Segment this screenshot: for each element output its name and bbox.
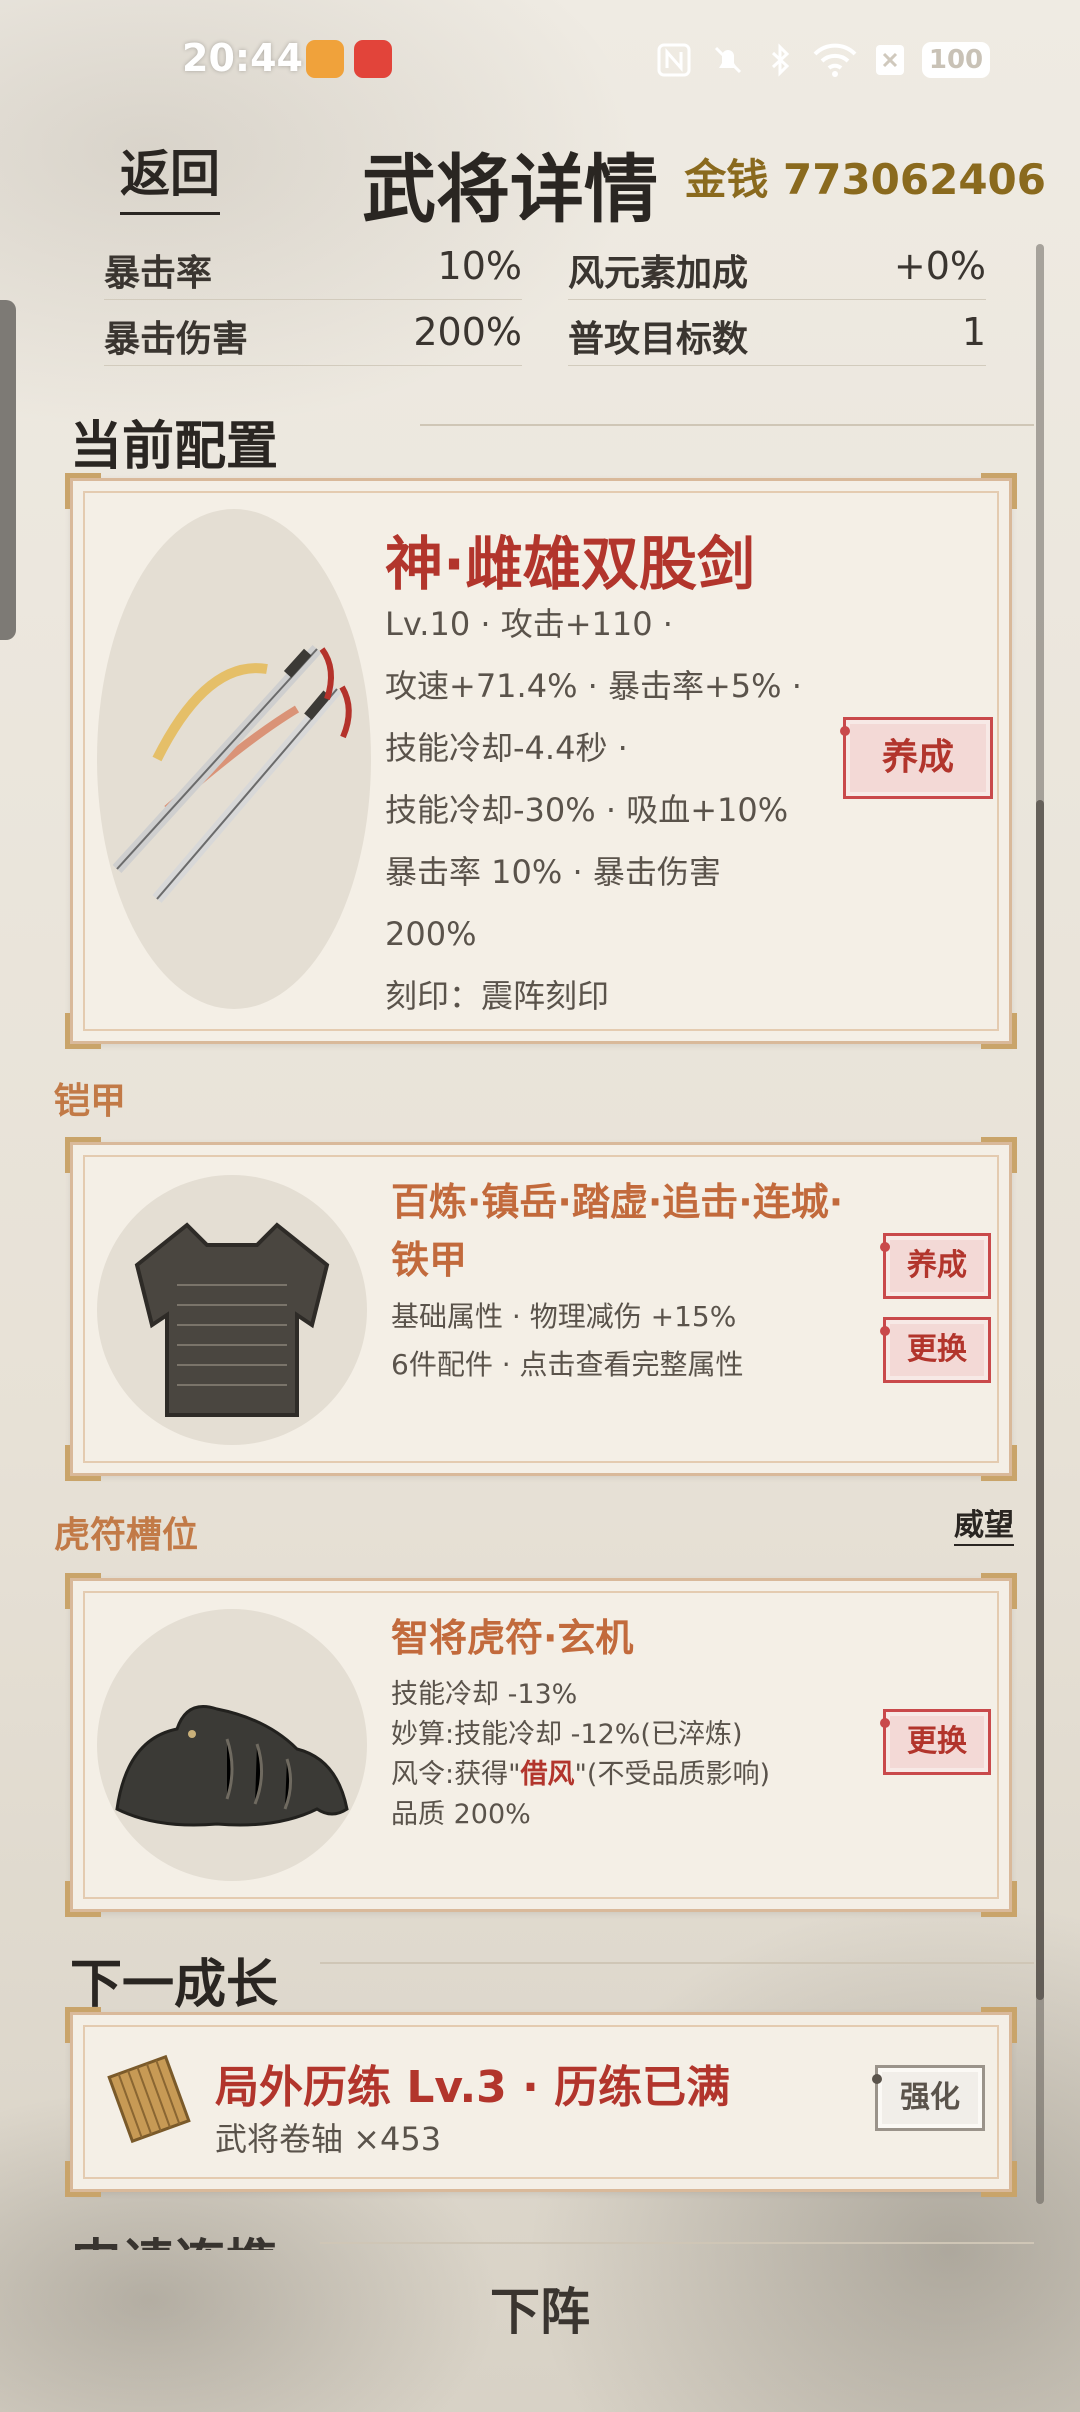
tally-attr-line: 风令:获得"借风"(不受品质影响) (391, 1755, 891, 1795)
weapon-card[interactable]: 神·雌雄双股剑 Lv.10 · 攻击+110 · 攻速+71.4% · 暴击率+… (65, 473, 1017, 1049)
battery-indicator: 100 (922, 42, 990, 78)
card-corner-ornament (65, 1013, 101, 1049)
weapon-image (97, 509, 371, 1009)
card-corner-ornament (981, 473, 1017, 509)
status-bar: 20:44 100 (0, 0, 1080, 120)
card-corner-ornament (981, 1013, 1017, 1049)
armor-icon (134, 1222, 330, 1417)
stat-row: 风元素加成 +0% (568, 236, 986, 300)
card-corner-ornament (65, 2007, 101, 2043)
tally-card[interactable]: 智将虎符·玄机 技能冷却 -13% 妙算:技能冷却 -12%(已淬炼) 风令:获… (65, 1573, 1017, 1917)
money-display: 金钱 773062406 (684, 146, 1046, 207)
bluetooth-icon (762, 42, 798, 78)
armor-card[interactable]: 百炼·镇岳·踏虚·追击·连城· 铁甲 基础属性 · 物理减伤 +15% 6件配件… (65, 1137, 1017, 1481)
stat-value: +0% (893, 244, 986, 288)
section-title-tally-slot: 虎符槽位 (54, 1515, 199, 1556)
nfc-icon (656, 42, 692, 78)
card-corner-ornament (65, 2161, 101, 2197)
tally-name: 智将虎符·玄机 (391, 1616, 634, 1660)
section-title-current-config: 当前配置 (70, 417, 279, 477)
card-corner-ornament (65, 1881, 101, 1917)
scrollbar-thumb[interactable] (1036, 800, 1044, 2000)
prestige-link[interactable]: 威望 (954, 1500, 1014, 1546)
weapon-attr-line: 200% (385, 915, 477, 953)
section-title-armor: 铠甲 (54, 1081, 127, 1122)
card-corner-ornament (981, 2007, 1017, 2043)
tally-attr-line: 品质 200% (391, 1799, 531, 1830)
card-corner-ornament (981, 1137, 1017, 1173)
tiger-tally-icon (115, 1705, 349, 1827)
armor-name-line: 铁甲 (391, 1238, 468, 1282)
stat-value: 200% (413, 310, 522, 354)
armor-image (97, 1175, 367, 1445)
armor-name-line: 百炼·镇岳·踏虚·追击·连城· (391, 1180, 844, 1224)
tally-skill-highlight: 借风 (520, 1759, 575, 1790)
armor-name: 百炼·镇岳·踏虚·追击·连城· 铁甲 (391, 1173, 851, 1289)
tally-attr-line: 技能冷却 -13% (391, 1679, 578, 1710)
weapon-attr-line: 技能冷却-30% · 吸血+10% (385, 791, 789, 829)
wifi-icon (812, 42, 858, 78)
card-corner-ornament (65, 1137, 101, 1173)
card-corner-ornament (981, 1445, 1017, 1481)
stat-value: 1 (961, 310, 986, 354)
weapon-engraving: 刻印：震阵刻印 (385, 977, 610, 1015)
card-corner-ornament (65, 1445, 101, 1481)
scroll-item-icon (101, 2051, 197, 2147)
section-title-partial: 申请连携 (70, 2222, 278, 2250)
money-value: 773062406 (782, 155, 1046, 204)
armor-attr-line: 基础属性 · 物理减伤 +15% (391, 1300, 737, 1333)
growth-cost: 武将卷轴 ×453 (215, 2120, 442, 2158)
stat-label: 暴击伤害 (104, 319, 249, 360)
status-time: 20:44 (182, 36, 303, 80)
mute-icon (710, 42, 746, 78)
unassign-button[interactable]: 下阵 (0, 2272, 1080, 2344)
card-corner-ornament (981, 1881, 1017, 1917)
weapon-attr-line: 技能冷却-4.4秒 · (385, 729, 628, 767)
stat-row: 暴击率 10% (104, 236, 522, 300)
armor-cultivate-button[interactable]: 养成 (880, 1233, 991, 1299)
tally-attributes: 技能冷却 -13% 妙算:技能冷却 -12%(已淬炼) 风令:获得"借风"(不受… (391, 1675, 891, 1835)
stat-value: 10% (437, 244, 522, 288)
weapon-name: 神·雌雄双股剑 (385, 530, 756, 598)
section-divider (320, 1962, 1034, 1964)
tally-image (97, 1609, 367, 1881)
weapon-attributes: Lv.10 · 攻击+110 · 攻速+71.4% · 暴击率+5% · 技能冷… (385, 593, 825, 1027)
stat-row: 暴击伤害 200% (104, 302, 522, 366)
growth-name: 局外历练 Lv.3 · 历练已满 (215, 2062, 731, 2113)
section-divider (420, 424, 1034, 426)
game-notification-icon (354, 40, 392, 78)
app-notification-icon (306, 40, 344, 78)
armor-attributes: 基础属性 · 物理减伤 +15% 6件配件 · 点击查看完整属性 (391, 1293, 851, 1389)
section-title-next-growth: 下一成长 (70, 1955, 279, 2015)
card-corner-ornament (981, 2161, 1017, 2197)
tally-attr-text: "(不受品质影响) (574, 1759, 771, 1790)
stat-label: 暴击率 (104, 253, 213, 294)
weapon-attr-line: 攻速+71.4% · 暴击率+5% · (385, 667, 802, 705)
tally-attr-text: 风令:获得" (391, 1759, 521, 1790)
stat-row: 普攻目标数 1 (568, 302, 986, 366)
armor-parts-link[interactable]: 6件配件 · 点击查看完整属性 (391, 1341, 851, 1389)
armor-replace-button[interactable]: 更换 (880, 1317, 991, 1383)
card-corner-ornament (65, 1573, 101, 1609)
twin-swords-icon (112, 644, 352, 903)
growth-card[interactable]: 局外历练 Lv.3 · 历练已满 武将卷轴 ×453 强化 (65, 2007, 1017, 2197)
weapon-attr-line: Lv.10 · 攻击+110 · (385, 605, 673, 643)
weapon-attr-line: 暴击率 10% · 暴击伤害 (385, 853, 721, 891)
card-corner-ornament (65, 473, 101, 509)
tally-attr-line: 妙算:技能冷却 -12%(已淬炼) (391, 1719, 743, 1750)
card-corner-ornament (981, 1573, 1017, 1609)
stat-label: 普攻目标数 (568, 319, 749, 360)
section-divider (320, 2242, 1034, 2244)
tally-replace-button[interactable]: 更换 (880, 1709, 991, 1775)
sim-off-icon (872, 42, 908, 78)
weapon-cultivate-button[interactable]: 养成 (840, 717, 993, 799)
side-edge-handle[interactable] (0, 300, 16, 640)
money-label: 金钱 (684, 155, 769, 204)
stat-label: 风元素加成 (568, 253, 749, 294)
enhance-button[interactable]: 强化 (872, 2065, 985, 2131)
